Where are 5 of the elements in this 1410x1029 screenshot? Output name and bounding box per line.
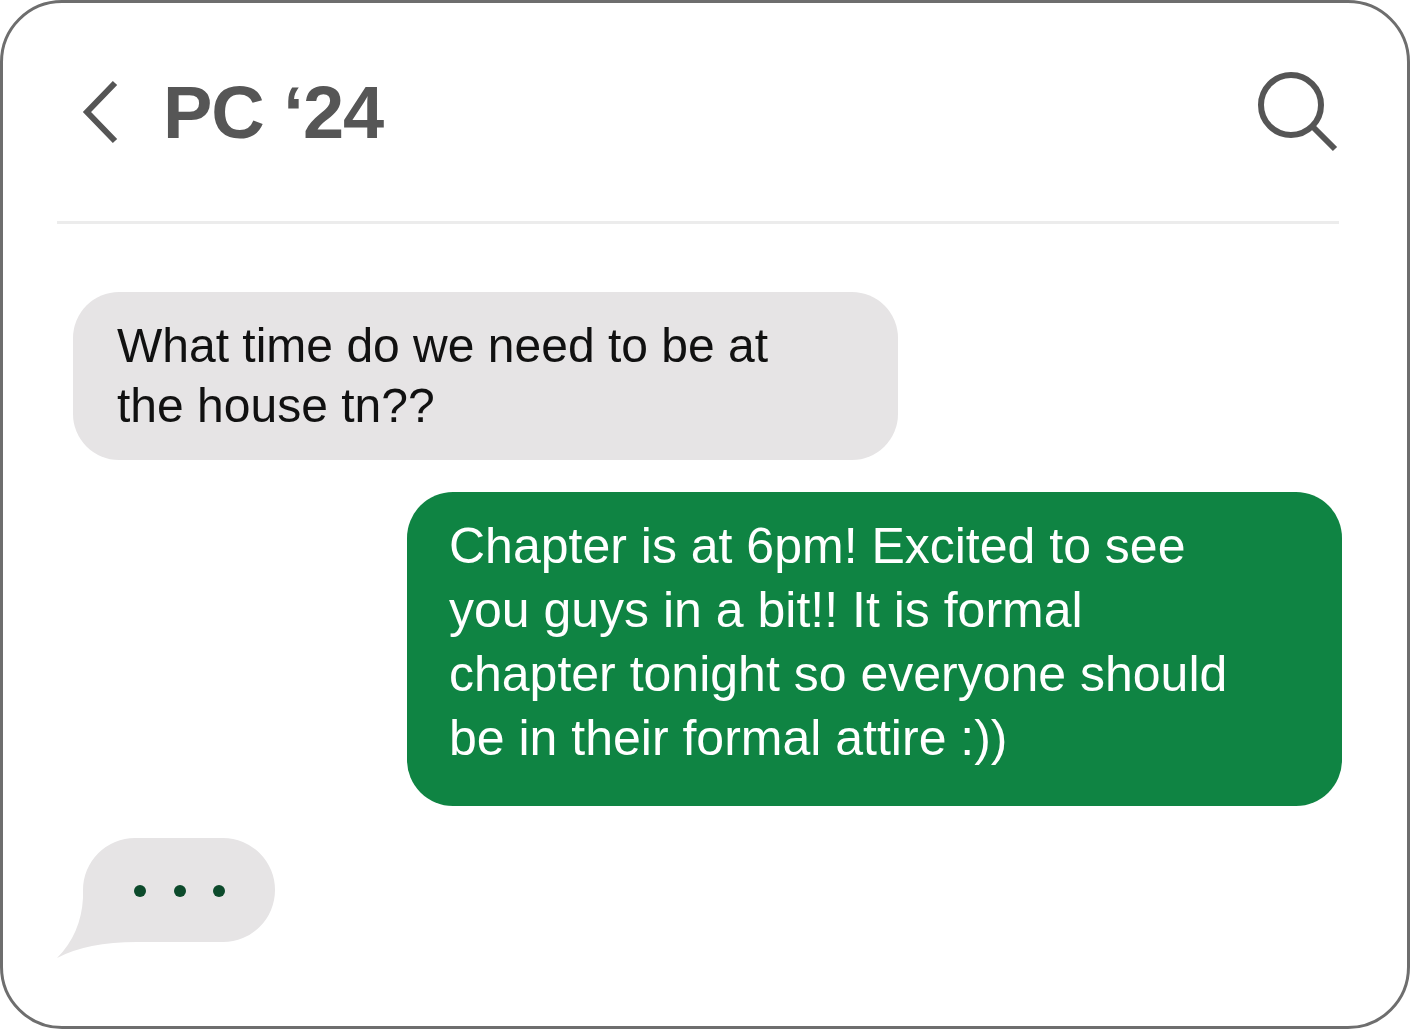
chat-title: PC ‘24	[163, 69, 385, 155]
search-button[interactable]	[1257, 71, 1339, 153]
received-message: What time do we need to be at the house tn??	[73, 292, 898, 460]
sent-message: Chapter is at 6pm! Excited to see you guys in a bit!! It is formal chapter tonight so everyone should be in their formal attire :))	[407, 492, 1342, 806]
search-icon	[1257, 71, 1339, 153]
